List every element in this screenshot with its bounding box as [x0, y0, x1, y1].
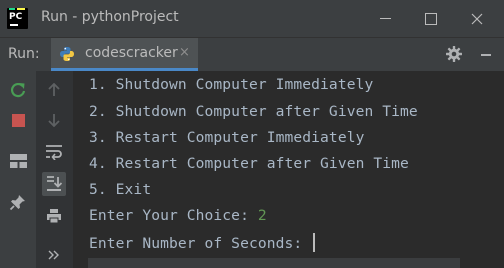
choice-value: 2: [257, 207, 267, 224]
minimize-panel-icon[interactable]: [481, 54, 491, 56]
previous-occurrence-button[interactable]: [42, 78, 66, 102]
soft-wrap-icon: [46, 145, 62, 160]
close-window-button[interactable]: [454, 0, 500, 37]
gear-icon[interactable]: [445, 45, 463, 63]
horizontal-scrollbar[interactable]: [88, 258, 460, 268]
pin-tab-button[interactable]: [6, 190, 30, 214]
console-output[interactable]: 1. Shutdown Computer Immediately 2. Shut…: [74, 71, 504, 268]
more-icon: [48, 250, 59, 260]
stop-icon: [11, 113, 25, 127]
rerun-icon: [10, 83, 26, 98]
run-toolbar-primary: [0, 71, 36, 268]
choice-prompt: Enter Your Choice:: [89, 207, 258, 224]
up-arrow-icon: [48, 83, 60, 96]
console-line: 1. Shutdown Computer Immediately: [89, 76, 374, 93]
next-occurrence-button[interactable]: [42, 108, 66, 132]
pycharm-logo-icon: PC: [7, 8, 28, 29]
console-line: 2. Shutdown Computer after Given Time: [89, 103, 418, 120]
run-toolbar-secondary: [36, 71, 74, 268]
print-button[interactable]: [42, 204, 66, 228]
down-arrow-icon: [48, 114, 60, 127]
more-actions-button[interactable]: [42, 243, 66, 267]
scroll-to-end-icon: [47, 176, 62, 191]
console-line: 5. Exit: [89, 181, 152, 198]
console-line: 4. Restart Computer after Given Time: [89, 155, 409, 172]
print-icon: [47, 209, 61, 224]
maximize-window-button[interactable]: [408, 0, 454, 37]
seconds-prompt: Enter Number of Seconds:: [89, 235, 312, 252]
tab-codescracker[interactable]: codescracker ×: [51, 38, 198, 71]
tab-label: codescracker: [85, 45, 178, 61]
minimize-window-button[interactable]: [362, 0, 408, 37]
restore-layout-button[interactable]: [6, 149, 30, 173]
python-icon: [60, 47, 74, 61]
layout-icon: [9, 154, 27, 168]
rerun-button[interactable]: [6, 78, 30, 102]
maximize-icon: [425, 12, 437, 25]
tab-close-button[interactable]: ×: [179, 45, 190, 60]
stop-button[interactable]: [6, 108, 30, 132]
window-title: Run - pythonProject: [41, 9, 179, 25]
console-line: 3. Restart Computer Immediately: [89, 129, 365, 146]
soft-wrap-button[interactable]: [42, 140, 66, 164]
seconds-prompt-line: Enter Number of Seconds:: [89, 233, 316, 252]
run-label: Run:: [8, 46, 40, 62]
choice-prompt-line: Enter Your Choice: 2: [89, 207, 267, 224]
title-bar: PC Run - pythonProject: [0, 0, 504, 37]
run-panel-header: Run: codescracker ×: [0, 37, 504, 71]
text-caret: [313, 233, 316, 252]
minimize-icon: [379, 18, 391, 19]
scroll-to-end-button[interactable]: [42, 172, 66, 196]
close-icon: [471, 13, 483, 24]
pin-icon: [9, 195, 25, 211]
